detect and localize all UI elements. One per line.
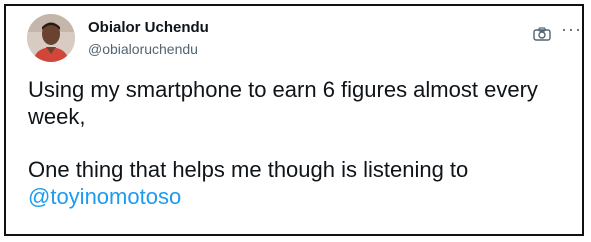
tweet-text: Using my smartphone to earn 6 figures al… <box>28 76 568 210</box>
tweet-text-line: One thing that helps me though is listen… <box>28 157 469 182</box>
tweet-text-line: Using my smartphone to earn 6 figures al… <box>28 77 538 102</box>
mention-link[interactable]: @toyinomotoso <box>28 183 568 210</box>
author-name[interactable]: Obialor Uchendu <box>88 19 209 36</box>
tweet-text-line: week, <box>28 104 86 129</box>
tweet-card: Obialor Uchendu @obialoruchendu ··· Usin… <box>4 4 584 236</box>
author-handle[interactable]: @obialoruchendu <box>88 41 198 57</box>
camera-icon[interactable] <box>533 27 551 41</box>
avatar-image <box>27 14 75 62</box>
more-options-icon[interactable]: ··· <box>561 20 582 38</box>
avatar[interactable] <box>27 14 75 62</box>
